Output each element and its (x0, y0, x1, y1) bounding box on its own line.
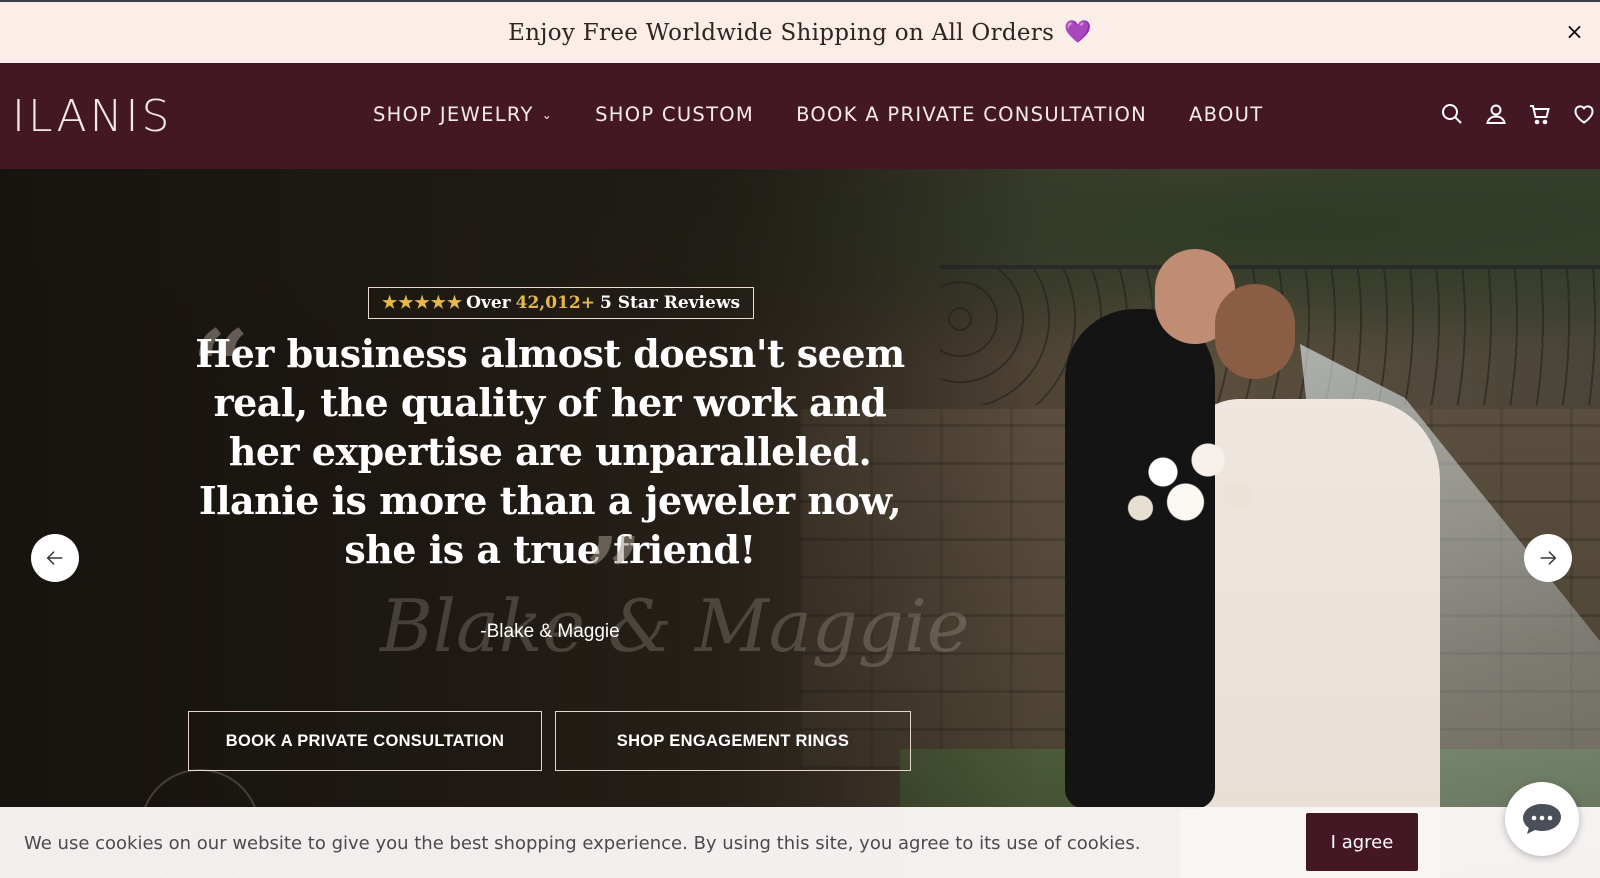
testimonial-quote: Her business almost doesn't seem real, t… (195, 331, 905, 572)
nav-book-consultation[interactable]: BOOK A PRIVATE CONSULTATION (796, 103, 1147, 126)
heart-emoji-icon: 💜 (1064, 20, 1092, 45)
reviews-suffix: 5 Star Reviews (599, 293, 741, 313)
carousel-next-button[interactable] (1524, 534, 1572, 582)
site-logo[interactable]: ILANIS (12, 91, 172, 142)
announcement-bar: Enjoy Free Worldwide Shipping on All Ord… (0, 0, 1600, 63)
nav-book-consultation-label: BOOK A PRIVATE CONSULTATION (796, 103, 1148, 126)
main-nav: SHOP JEWELRY ⌄ SHOP CUSTOM BOOK A PRIVAT… (373, 103, 1263, 126)
reviews-prefix: Over (466, 293, 511, 313)
chat-bubble-icon (1523, 804, 1561, 834)
nav-shop-jewelry[interactable]: SHOP JEWELRY ⌄ (373, 103, 553, 126)
chevron-down-icon: ⌄ (541, 107, 554, 122)
wishlist-icon[interactable] (1572, 102, 1596, 126)
chat-widget-button[interactable] (1505, 782, 1579, 856)
close-announcement-button[interactable]: × (1565, 20, 1584, 45)
nav-about[interactable]: ABOUT (1189, 103, 1263, 126)
testimonial-author: -Blake & Maggie (480, 621, 620, 642)
star-rating-icon: ★★★★★ (381, 293, 464, 313)
cookie-message: We use cookies on our website to give yo… (24, 833, 1141, 854)
shop-engagement-rings-button[interactable]: SHOP ENGAGEMENT RINGS (555, 711, 911, 771)
cart-icon[interactable] (1528, 102, 1552, 126)
carousel-prev-button[interactable] (31, 534, 79, 582)
nav-shop-custom[interactable]: SHOP CUSTOM (595, 103, 754, 126)
header-icons (1440, 102, 1596, 126)
cookie-banner: We use cookies on our website to give yo… (0, 807, 1600, 878)
book-consultation-button[interactable]: BOOK A PRIVATE CONSULTATION (188, 711, 542, 771)
account-icon[interactable] (1484, 102, 1508, 126)
nav-shop-custom-label: SHOP CUSTOM (595, 103, 755, 126)
announcement-text: Enjoy Free Worldwide Shipping on All Ord… (508, 19, 1055, 46)
cookie-agree-button[interactable]: I agree (1306, 813, 1418, 871)
reviews-count: 42,012+ (515, 293, 595, 313)
search-icon[interactable] (1440, 102, 1464, 126)
reviews-badge: ★★★★★ Over 42,012+ 5 Star Reviews (368, 287, 754, 319)
arrow-left-icon (46, 551, 63, 565)
arrow-right-icon (1540, 551, 1557, 565)
nav-shop-jewelry-label: SHOP JEWELRY (373, 103, 534, 126)
site-header: ILANIS SHOP JEWELRY ⌄ SHOP CUSTOM BOOK A… (0, 63, 1600, 169)
hero-carousel: ★★★★★ Over 42,012+ 5 Star Reviews “ Her … (0, 169, 1600, 878)
nav-about-label: ABOUT (1189, 103, 1264, 126)
